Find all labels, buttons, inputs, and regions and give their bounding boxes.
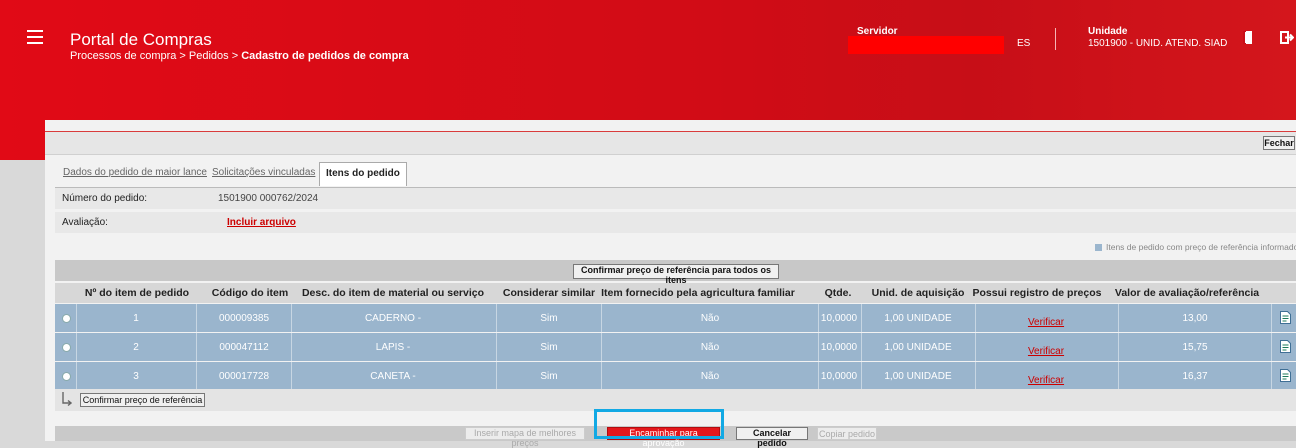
unidade-label: Unidade bbox=[1088, 26, 1128, 37]
row-select-radio[interactable] bbox=[62, 343, 71, 352]
cell-desc: CANETA - bbox=[370, 371, 416, 382]
tab-solicitacoes[interactable]: Solicitações vinculadas bbox=[206, 162, 321, 184]
cancel-order-button[interactable]: Cancelar pedido bbox=[736, 427, 808, 448]
cell-agricultura: Não bbox=[700, 371, 720, 382]
close-button[interactable]: Fechar bbox=[1263, 136, 1295, 150]
close-bar: Fechar bbox=[45, 132, 1296, 155]
breadcrumb-path[interactable]: Processos de compra > Pedidos > bbox=[70, 50, 241, 62]
confirm-reference-price-button[interactable]: Confirmar preço de referência bbox=[80, 393, 205, 407]
door-icon[interactable] bbox=[1243, 31, 1253, 44]
cell-similar: Sim bbox=[540, 371, 558, 382]
cell-unid: 1,00 UNIDADE bbox=[884, 371, 952, 382]
include-file-link[interactable]: Incluir arquivo bbox=[227, 212, 296, 233]
col-header-qtde: Qtde. bbox=[824, 287, 852, 299]
table-row[interactable]: 3 000017728 CANETA - Sim Não 10,0000 1,0… bbox=[55, 362, 1296, 390]
col-header-codigo: Código do item bbox=[211, 287, 289, 299]
cell-desc: CADERNO - bbox=[364, 313, 422, 324]
cell-agricultura: Não bbox=[700, 313, 720, 324]
row-select-radio[interactable] bbox=[62, 314, 71, 323]
selected-actions-row: Confirmar preço de referência bbox=[55, 389, 1296, 411]
confirm-all-bar: Confirmar preço de referência para todos… bbox=[55, 260, 1296, 285]
col-header-valor: Valor de avaliação/referência bbox=[1114, 287, 1260, 299]
app-title: Portal de Compras bbox=[70, 30, 212, 49]
highlight-frame bbox=[594, 409, 724, 439]
cell-valor: 15,75 bbox=[1182, 342, 1208, 353]
cell-num: 3 bbox=[133, 371, 139, 382]
order-number-row: Número do pedido: 1501900 000762/2024 bbox=[55, 187, 1296, 209]
cell-codigo: 000009385 bbox=[218, 313, 270, 324]
cell-num: 1 bbox=[133, 313, 139, 324]
logout-icon[interactable] bbox=[1280, 31, 1294, 44]
hamburger-menu-icon[interactable] bbox=[27, 30, 43, 44]
confirm-all-reference-price-button[interactable]: Confirmar preço de referência para todos… bbox=[573, 264, 779, 285]
row-select-radio[interactable] bbox=[62, 372, 71, 381]
col-header-registro: Possui registro de preços bbox=[972, 287, 1102, 299]
cell-similar: Sim bbox=[540, 342, 558, 353]
corner-arrow-icon bbox=[62, 392, 72, 407]
servidor-name-tail: ES bbox=[1017, 38, 1031, 49]
legend-text: Itens de pedido com preço de referência … bbox=[1106, 242, 1296, 252]
table-row[interactable]: 2 000047112 LAPIS - Sim Não 10,0000 1,00… bbox=[55, 333, 1296, 361]
order-number-value: 1501900 000762/2024 bbox=[218, 193, 319, 204]
copy-order-button[interactable]: Copiar pedido bbox=[817, 427, 877, 440]
cell-valor: 16,37 bbox=[1182, 371, 1208, 382]
items-table-header: Nº do item de pedido Código do item Desc… bbox=[55, 283, 1296, 303]
content-panel: Fechar Dados do pedido de maior lance So… bbox=[45, 120, 1296, 448]
document-edit-icon[interactable] bbox=[1280, 340, 1291, 353]
cell-valor: 13,00 bbox=[1182, 313, 1208, 324]
verify-link[interactable]: Verificar bbox=[1028, 375, 1064, 386]
evaluation-label: Avaliação: bbox=[62, 217, 108, 228]
header-divider bbox=[1055, 28, 1056, 50]
evaluation-row: Avaliação: Incluir arquivo bbox=[55, 212, 1296, 233]
col-header-desc: Desc. do item de material ou serviço bbox=[301, 287, 485, 299]
cell-desc: LAPIS - bbox=[375, 342, 411, 353]
verify-link[interactable]: Verificar bbox=[1028, 346, 1064, 357]
cell-codigo: 000017728 bbox=[218, 371, 270, 382]
cell-agricultura: Não bbox=[700, 342, 720, 353]
cell-unid: 1,00 UNIDADE bbox=[884, 342, 952, 353]
verify-link[interactable]: Verificar bbox=[1028, 317, 1064, 328]
document-edit-icon[interactable] bbox=[1280, 311, 1291, 324]
cell-similar: Sim bbox=[540, 313, 558, 324]
col-header-num: Nº do item de pedido bbox=[84, 287, 190, 299]
col-header-unid: Unid. de aquisição bbox=[871, 287, 965, 299]
col-header-agricultura: Item fornecido pela agricultura familiar bbox=[601, 287, 795, 299]
col-header-similar: Considerar similar bbox=[502, 287, 596, 299]
breadcrumb-current: Cadastro de pedidos de compra bbox=[241, 50, 409, 62]
legend: Itens de pedido com preço de referência … bbox=[1095, 242, 1296, 252]
cell-unid: 1,00 UNIDADE bbox=[884, 313, 952, 324]
tab-dados-pedido[interactable]: Dados do pedido de maior lance bbox=[57, 162, 213, 184]
cell-num: 2 bbox=[133, 342, 139, 353]
breadcrumb: Processos de compra > Pedidos > Cadastro… bbox=[70, 50, 409, 62]
order-number-label: Número do pedido: bbox=[62, 193, 148, 204]
document-edit-icon[interactable] bbox=[1280, 369, 1291, 382]
unidade-value: 1501900 - UNID. ATEND. SIAD bbox=[1088, 38, 1228, 49]
cell-qtde: 10,0000 bbox=[820, 371, 858, 382]
cell-qtde: 10,0000 bbox=[820, 342, 858, 353]
legend-swatch bbox=[1095, 244, 1102, 251]
cell-qtde: 10,0000 bbox=[820, 313, 858, 324]
servidor-redaction bbox=[848, 36, 1004, 54]
tab-itens-pedido[interactable]: Itens do pedido bbox=[319, 162, 407, 186]
table-row[interactable]: 1 000009385 CADERNO - Sim Não 10,0000 1,… bbox=[55, 304, 1296, 332]
cell-codigo: 000047112 bbox=[219, 342, 269, 353]
insert-best-prices-map-button[interactable]: Inserir mapa de melhores preços bbox=[465, 427, 585, 448]
